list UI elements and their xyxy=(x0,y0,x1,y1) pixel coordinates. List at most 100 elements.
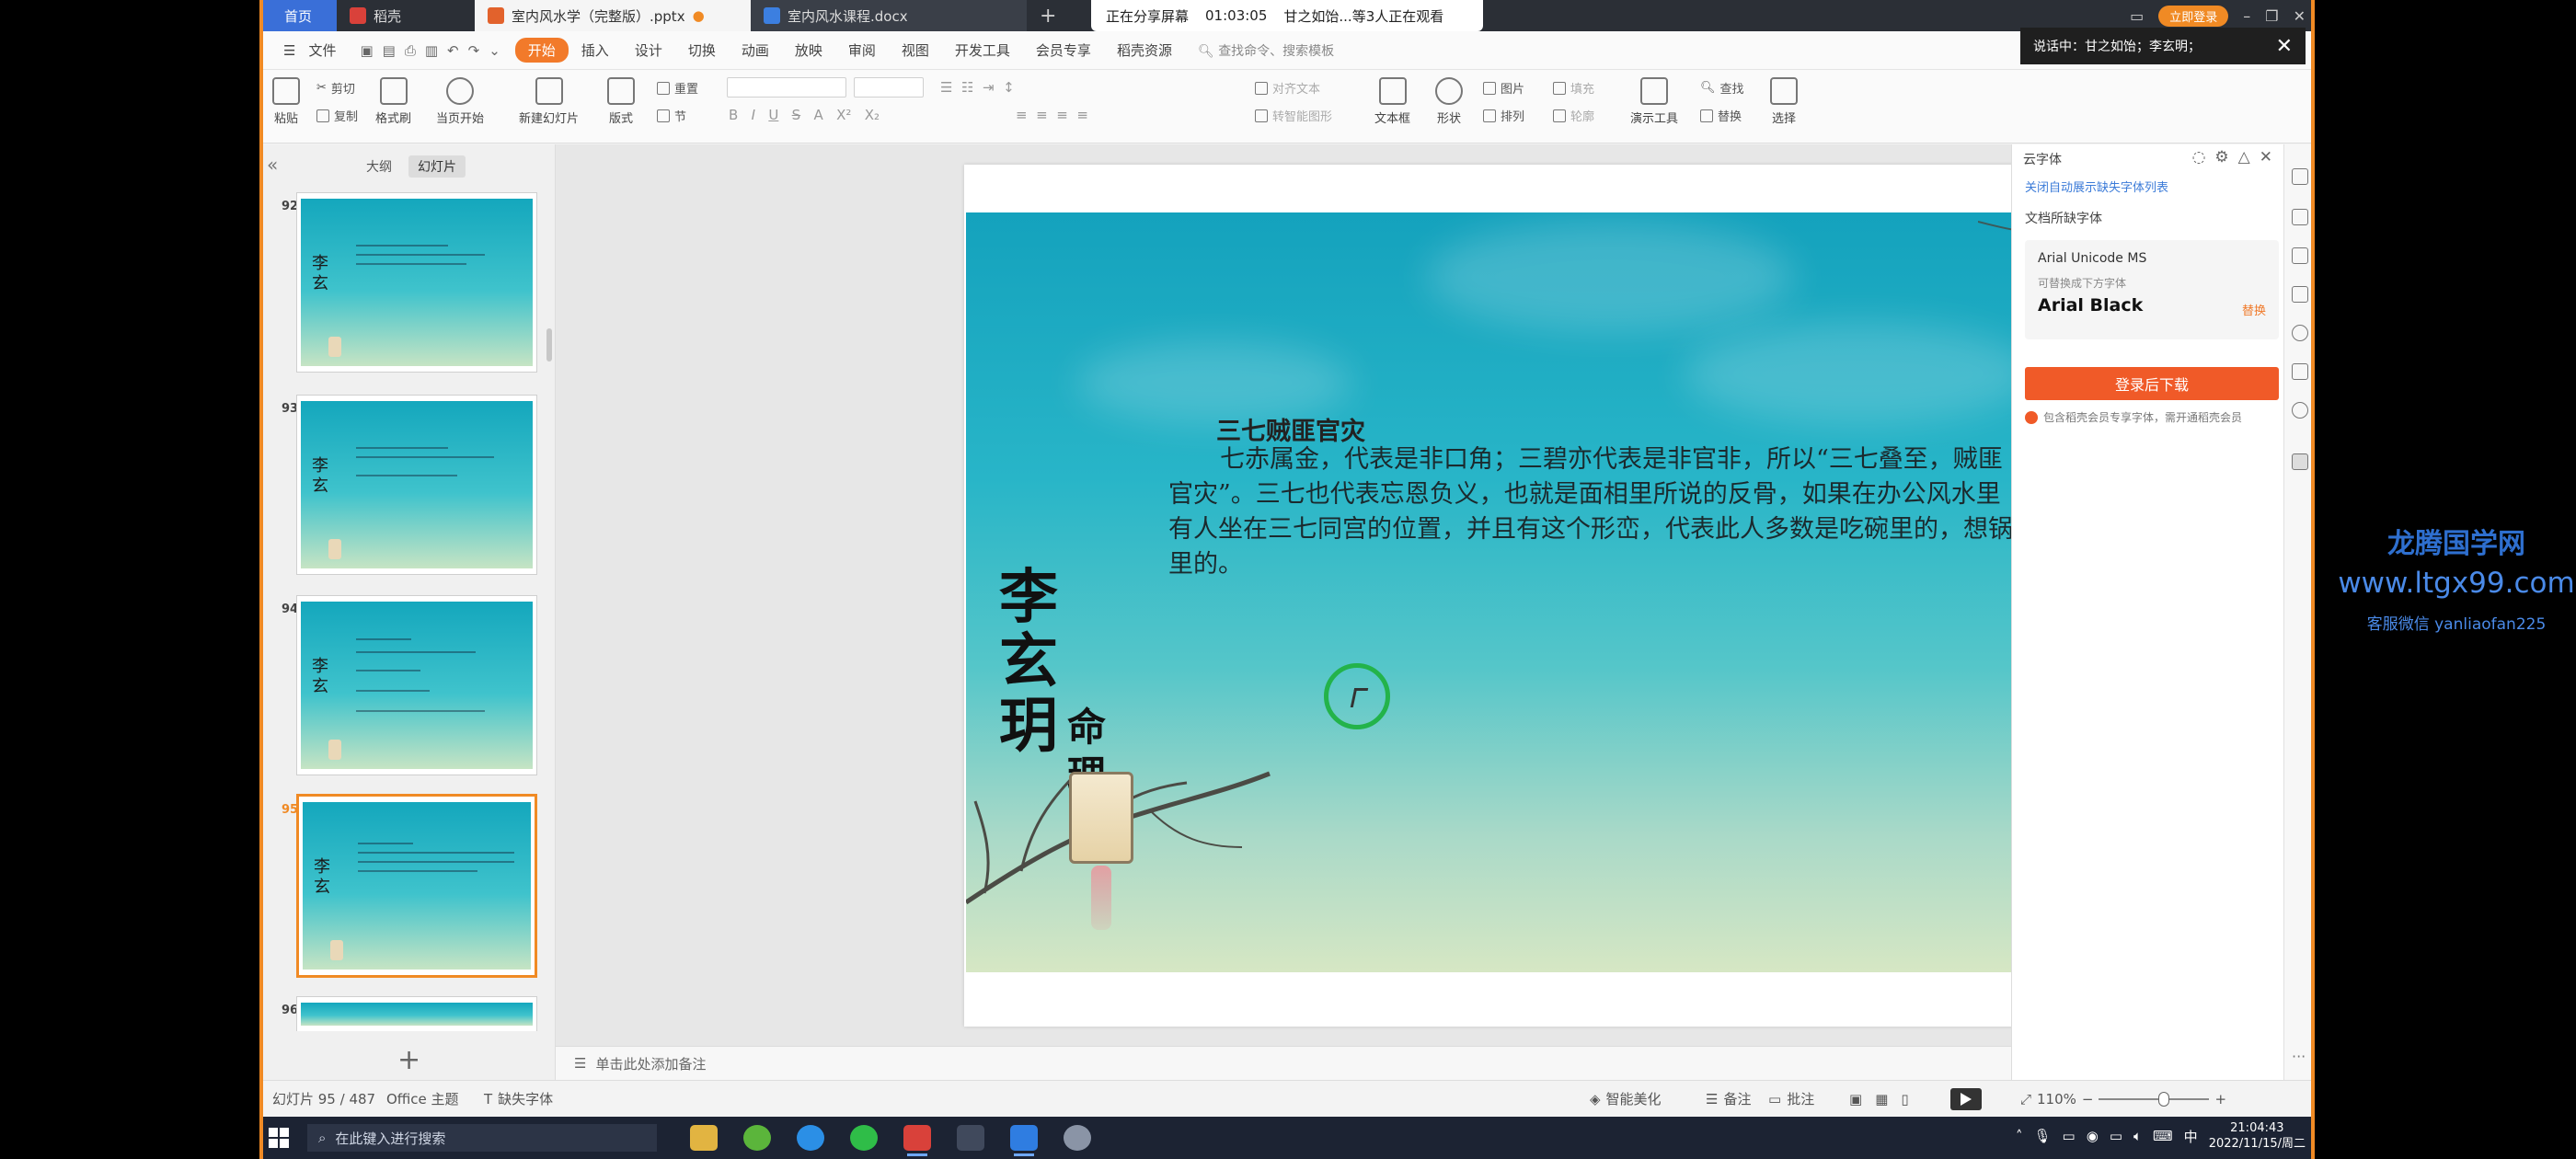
menu-tab-slideshow[interactable]: 放映 xyxy=(782,37,835,63)
add-slide-plus-icon[interactable]: + xyxy=(397,1044,420,1076)
underline-icon[interactable]: U xyxy=(768,107,778,123)
font-family-select[interactable] xyxy=(727,77,846,98)
bullet-list-icon[interactable]: ☰ xyxy=(940,79,952,96)
undo-icon[interactable]: ↶ xyxy=(447,42,459,59)
taskbar-search[interactable]: ⌕ 在此键入进行搜索 xyxy=(307,1124,657,1152)
preview-icon[interactable]: ▥ xyxy=(425,42,438,59)
normal-view-icon[interactable]: ▣ xyxy=(1849,1091,1862,1107)
chat-icon[interactable]: ◌ xyxy=(2192,148,2206,166)
zoom-control[interactable]: ⤢ 110% − + xyxy=(2020,1091,2226,1107)
tab-docx-document[interactable]: 室内风水课程.docx xyxy=(751,0,1027,31)
italic-icon[interactable]: I xyxy=(752,107,755,123)
slide-thumbnail-92[interactable]: 李玄 xyxy=(296,192,537,373)
picture-button[interactable]: 图片 xyxy=(1483,79,1524,97)
star-icon[interactable] xyxy=(2292,247,2308,264)
fit-window-icon[interactable]: ⤢ xyxy=(2020,1091,2031,1107)
slide-thumbnail-96[interactable] xyxy=(296,996,537,1031)
backup-icon[interactable] xyxy=(2292,363,2308,380)
font-t-icon[interactable] xyxy=(2292,453,2308,470)
help-icon[interactable] xyxy=(2292,325,2308,341)
align-right-icon[interactable]: ≡ xyxy=(1056,107,1068,123)
slideshow-play-button[interactable] xyxy=(1950,1087,1982,1110)
volume-icon[interactable]: 🔈︎ xyxy=(2133,1128,2142,1144)
font-color-icon[interactable]: A xyxy=(814,107,823,123)
new-tab-button[interactable]: + xyxy=(1027,0,1069,31)
collapse-panel-icon[interactable]: « xyxy=(267,154,278,176)
browser-360-icon[interactable] xyxy=(743,1125,771,1151)
format-painter-button[interactable]: 格式刷 xyxy=(375,77,411,126)
meeting-app-icon[interactable] xyxy=(1010,1125,1038,1156)
restore-icon[interactable]: ❐ xyxy=(2265,7,2278,25)
cut-button[interactable]: ✂ 剪切 xyxy=(316,79,355,97)
menu-tab-animation[interactable]: 动画 xyxy=(729,37,782,63)
menu-tab-home[interactable]: 开始 xyxy=(514,38,569,63)
presentation-tools-button[interactable]: 演示工具 xyxy=(1630,77,1678,126)
line-spacing-icon[interactable]: ↕ xyxy=(1003,79,1015,96)
select-button[interactable]: 选择 xyxy=(1770,77,1798,126)
app-icon[interactable] xyxy=(957,1125,984,1151)
customize-icon[interactable]: ⌄ xyxy=(489,42,500,59)
menu-tab-insert[interactable]: 插入 xyxy=(569,37,622,63)
menu-tab-developer[interactable]: 开发工具 xyxy=(942,37,1023,63)
new-slide-button[interactable]: 新建幻灯片 xyxy=(519,77,579,126)
numbered-list-icon[interactable]: ☷ xyxy=(961,79,973,96)
location-icon[interactable] xyxy=(2292,402,2308,419)
tab-pptx-document[interactable]: 室内风水学（完整版）.pptx ● xyxy=(475,0,751,31)
windows-start-icon[interactable] xyxy=(269,1128,289,1148)
app-bird-icon[interactable] xyxy=(1064,1125,1091,1151)
zoom-level[interactable]: 110% xyxy=(2037,1091,2076,1107)
reset-button[interactable]: 重置 xyxy=(657,79,698,97)
copy-button[interactable]: 复制 xyxy=(316,107,358,124)
close-window-icon[interactable]: ✕ xyxy=(2294,7,2306,25)
bluetooth-icon[interactable]: ◉ xyxy=(2087,1128,2099,1144)
minimize-icon[interactable]: – xyxy=(2243,7,2250,25)
theme-name[interactable]: Office 主题 xyxy=(386,1089,459,1108)
find-button[interactable]: 🔍︎ 查找 xyxy=(1700,79,1744,97)
more-icon[interactable]: ··· xyxy=(2292,1048,2306,1065)
hamburger-icon[interactable]: ☰ xyxy=(270,39,308,63)
comments-toggle[interactable]: ▭ 批注 xyxy=(1768,1089,1814,1108)
menu-tab-review[interactable]: 审阅 xyxy=(835,37,889,63)
wechat-icon[interactable] xyxy=(850,1125,878,1151)
property-icon[interactable] xyxy=(2292,168,2308,185)
tray-expand-icon[interactable]: ˄ xyxy=(2016,1128,2023,1144)
bold-icon[interactable]: B xyxy=(729,107,738,123)
tab-home[interactable]: 首页 xyxy=(259,0,337,31)
command-search[interactable]: 🔍︎ 查找命令、搜索模板 xyxy=(1198,41,1334,60)
input-method-indicator[interactable]: 中 xyxy=(2184,1127,2198,1146)
sorter-view-icon[interactable]: ▦ xyxy=(1875,1091,1888,1107)
shape-button[interactable]: 形状 xyxy=(1435,77,1463,126)
align-center-icon[interactable]: ≡ xyxy=(1036,107,1048,123)
menu-tab-design[interactable]: 设计 xyxy=(622,37,675,63)
missing-fonts-status[interactable]: T 缺失字体 xyxy=(484,1089,553,1108)
wps-presentation-icon[interactable] xyxy=(903,1125,931,1156)
current-slide[interactable]: 三七贼匪官灾 七赤属金，代表是非口角；三碧亦代表是非官非，所以“三七叠至，贼匪官… xyxy=(966,212,2107,972)
zoom-slider[interactable] xyxy=(2099,1091,2210,1107)
redo-icon[interactable]: ↷ xyxy=(468,42,480,59)
font-size-select[interactable] xyxy=(854,77,924,98)
export-icon[interactable]: ▤ xyxy=(383,42,396,59)
window-layout-icon[interactable]: ▭ xyxy=(2130,7,2144,25)
notes-toggle[interactable]: ☰ 备注 xyxy=(1706,1089,1751,1108)
save-icon[interactable]: ▣ xyxy=(360,42,373,59)
tab-slides[interactable]: 幻灯片 xyxy=(408,155,466,178)
layers-icon[interactable] xyxy=(2292,286,2308,303)
slide-thumbnail-95-selected[interactable]: 李玄 xyxy=(296,794,537,978)
thumbnail-scrollbar[interactable] xyxy=(546,328,552,361)
replace-button[interactable]: 替换 xyxy=(1700,107,1742,124)
login-to-download-button[interactable]: 登录后下载 xyxy=(2025,367,2279,400)
align-text-button[interactable]: 对齐文本 xyxy=(1255,79,1320,97)
disable-auto-missing-fonts-link[interactable]: 关闭自动展示缺失字体列表 xyxy=(2025,178,2168,195)
convert-smartart-button[interactable]: 转智能图形 xyxy=(1255,107,1332,124)
replace-font-link[interactable]: 替换 xyxy=(2242,301,2266,318)
display-icon[interactable]: ▭ xyxy=(2110,1128,2122,1144)
keyboard-icon[interactable]: ⌨ xyxy=(2153,1128,2173,1144)
microphone-icon[interactable]: 🎙︎ xyxy=(2033,1128,2051,1144)
outline-button[interactable]: 轮廓 xyxy=(1553,107,1594,124)
close-notification-icon[interactable]: ✕ xyxy=(2276,35,2293,58)
superscript-icon[interactable]: X² xyxy=(836,107,851,123)
login-button[interactable]: 立即登录 xyxy=(2158,5,2229,27)
text-box-button[interactable]: 文本框 xyxy=(1374,77,1410,126)
ie-browser-icon[interactable] xyxy=(797,1125,824,1151)
slide-thumbnail-93[interactable]: 李玄 xyxy=(296,395,537,575)
